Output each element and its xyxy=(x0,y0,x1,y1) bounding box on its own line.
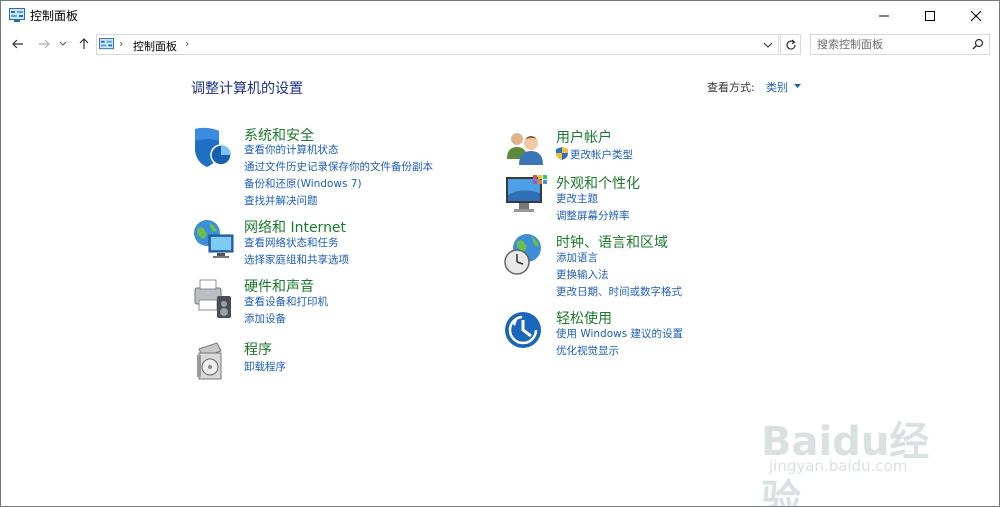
link-change-theme[interactable]: 更改主题 xyxy=(556,191,598,206)
uac-shield-icon xyxy=(556,147,568,160)
minimize-button[interactable] xyxy=(861,1,907,31)
arrow-right-icon xyxy=(39,39,50,49)
link-view-computer-status[interactable]: 查看你的计算机状态 xyxy=(244,142,339,157)
chevron-down-icon[interactable] xyxy=(762,38,774,51)
link-add-language[interactable]: 添加语言 xyxy=(556,250,598,265)
link-optimize-visual-display[interactable]: 优化视觉显示 xyxy=(556,343,619,358)
control-panel-window: 控制面板 › 控制面板 › 搜索控制面板 调整计算机的设置 查看方式: 类别 系… xyxy=(0,0,1000,507)
arrow-left-icon xyxy=(12,39,23,49)
users-icon[interactable] xyxy=(503,127,549,173)
control-panel-icon xyxy=(99,38,114,50)
refresh-icon xyxy=(785,39,796,50)
shield-icon[interactable] xyxy=(191,125,237,171)
minimize-icon xyxy=(879,15,889,17)
control-panel-icon xyxy=(9,8,25,22)
link-devices-printers[interactable]: 查看设备和打印机 xyxy=(244,294,328,309)
search-input[interactable] xyxy=(817,37,967,52)
link-date-time-format[interactable]: 更改日期、时间或数字格式 xyxy=(556,284,682,299)
breadcrumb-separator-icon[interactable]: › xyxy=(119,37,123,50)
title-bar[interactable]: 控制面板 xyxy=(1,1,999,31)
programs-box-icon[interactable] xyxy=(191,339,237,385)
search-icon[interactable] xyxy=(972,38,984,50)
recent-locations-button[interactable] xyxy=(57,35,69,53)
link-uninstall-program[interactable]: 卸载程序 xyxy=(244,359,286,374)
up-button[interactable] xyxy=(75,35,93,53)
network-globe-icon[interactable] xyxy=(191,217,237,263)
watermark-url: jingyan.baidu.com xyxy=(769,457,908,475)
close-icon xyxy=(971,11,981,21)
category-title[interactable]: 外观和个性化 xyxy=(556,173,640,193)
window-title: 控制面板 xyxy=(30,9,79,23)
category-title[interactable]: 程序 xyxy=(244,339,272,359)
category-title[interactable]: 硬件和声音 xyxy=(244,276,314,296)
address-bar[interactable]: › 控制面板 › xyxy=(96,34,779,55)
category-title[interactable]: 网络和 Internet xyxy=(244,217,346,237)
breadcrumb-control-panel[interactable]: 控制面板 xyxy=(133,38,177,54)
maximize-button[interactable] xyxy=(907,1,953,31)
link-file-history[interactable]: 通过文件历史记录保存你的文件备份副本 xyxy=(244,159,433,174)
maximize-icon xyxy=(925,11,935,21)
link-troubleshoot[interactable]: 查找并解决问题 xyxy=(244,193,318,208)
forward-button[interactable] xyxy=(35,35,53,53)
close-button[interactable] xyxy=(953,1,999,31)
back-button[interactable] xyxy=(9,35,27,53)
caret-down-icon[interactable] xyxy=(794,84,801,88)
refresh-button[interactable] xyxy=(780,34,801,55)
link-screen-resolution[interactable]: 调整屏幕分辨率 xyxy=(556,208,630,223)
view-by-dropdown[interactable]: 类别 xyxy=(766,79,788,95)
search-box[interactable] xyxy=(810,34,990,55)
chevron-down-icon xyxy=(59,41,67,46)
link-add-device[interactable]: 添加设备 xyxy=(244,311,286,326)
display-personalization-icon[interactable] xyxy=(503,173,549,219)
breadcrumb-separator-icon[interactable]: › xyxy=(185,37,189,50)
link-network-status[interactable]: 查看网络状态和任务 xyxy=(244,235,339,250)
link-recommended-settings[interactable]: 使用 Windows 建议的设置 xyxy=(556,326,683,341)
watermark: Baidu经验 jingyan.baidu.com xyxy=(761,399,961,507)
category-title[interactable]: 轻松使用 xyxy=(556,308,612,328)
view-by-label: 查看方式: xyxy=(707,81,755,94)
clock-globe-icon[interactable] xyxy=(503,232,549,278)
category-title[interactable]: 时钟、语言和区域 xyxy=(556,232,668,252)
category-title[interactable]: 用户帐户 xyxy=(556,127,612,147)
arrow-up-icon xyxy=(79,38,89,49)
ease-of-access-icon[interactable] xyxy=(503,308,549,354)
link-change-input-method[interactable]: 更换输入法 xyxy=(556,267,609,282)
link-backup-restore[interactable]: 备份和还原(Windows 7) xyxy=(244,176,362,191)
navigation-bar: › 控制面板 › xyxy=(1,31,999,57)
printer-icon[interactable] xyxy=(191,276,237,322)
page-title: 调整计算机的设置 xyxy=(191,81,303,97)
link-change-account-type[interactable]: 更改帐户类型 xyxy=(570,147,633,162)
link-homegroup-sharing[interactable]: 选择家庭组和共享选项 xyxy=(244,252,349,267)
